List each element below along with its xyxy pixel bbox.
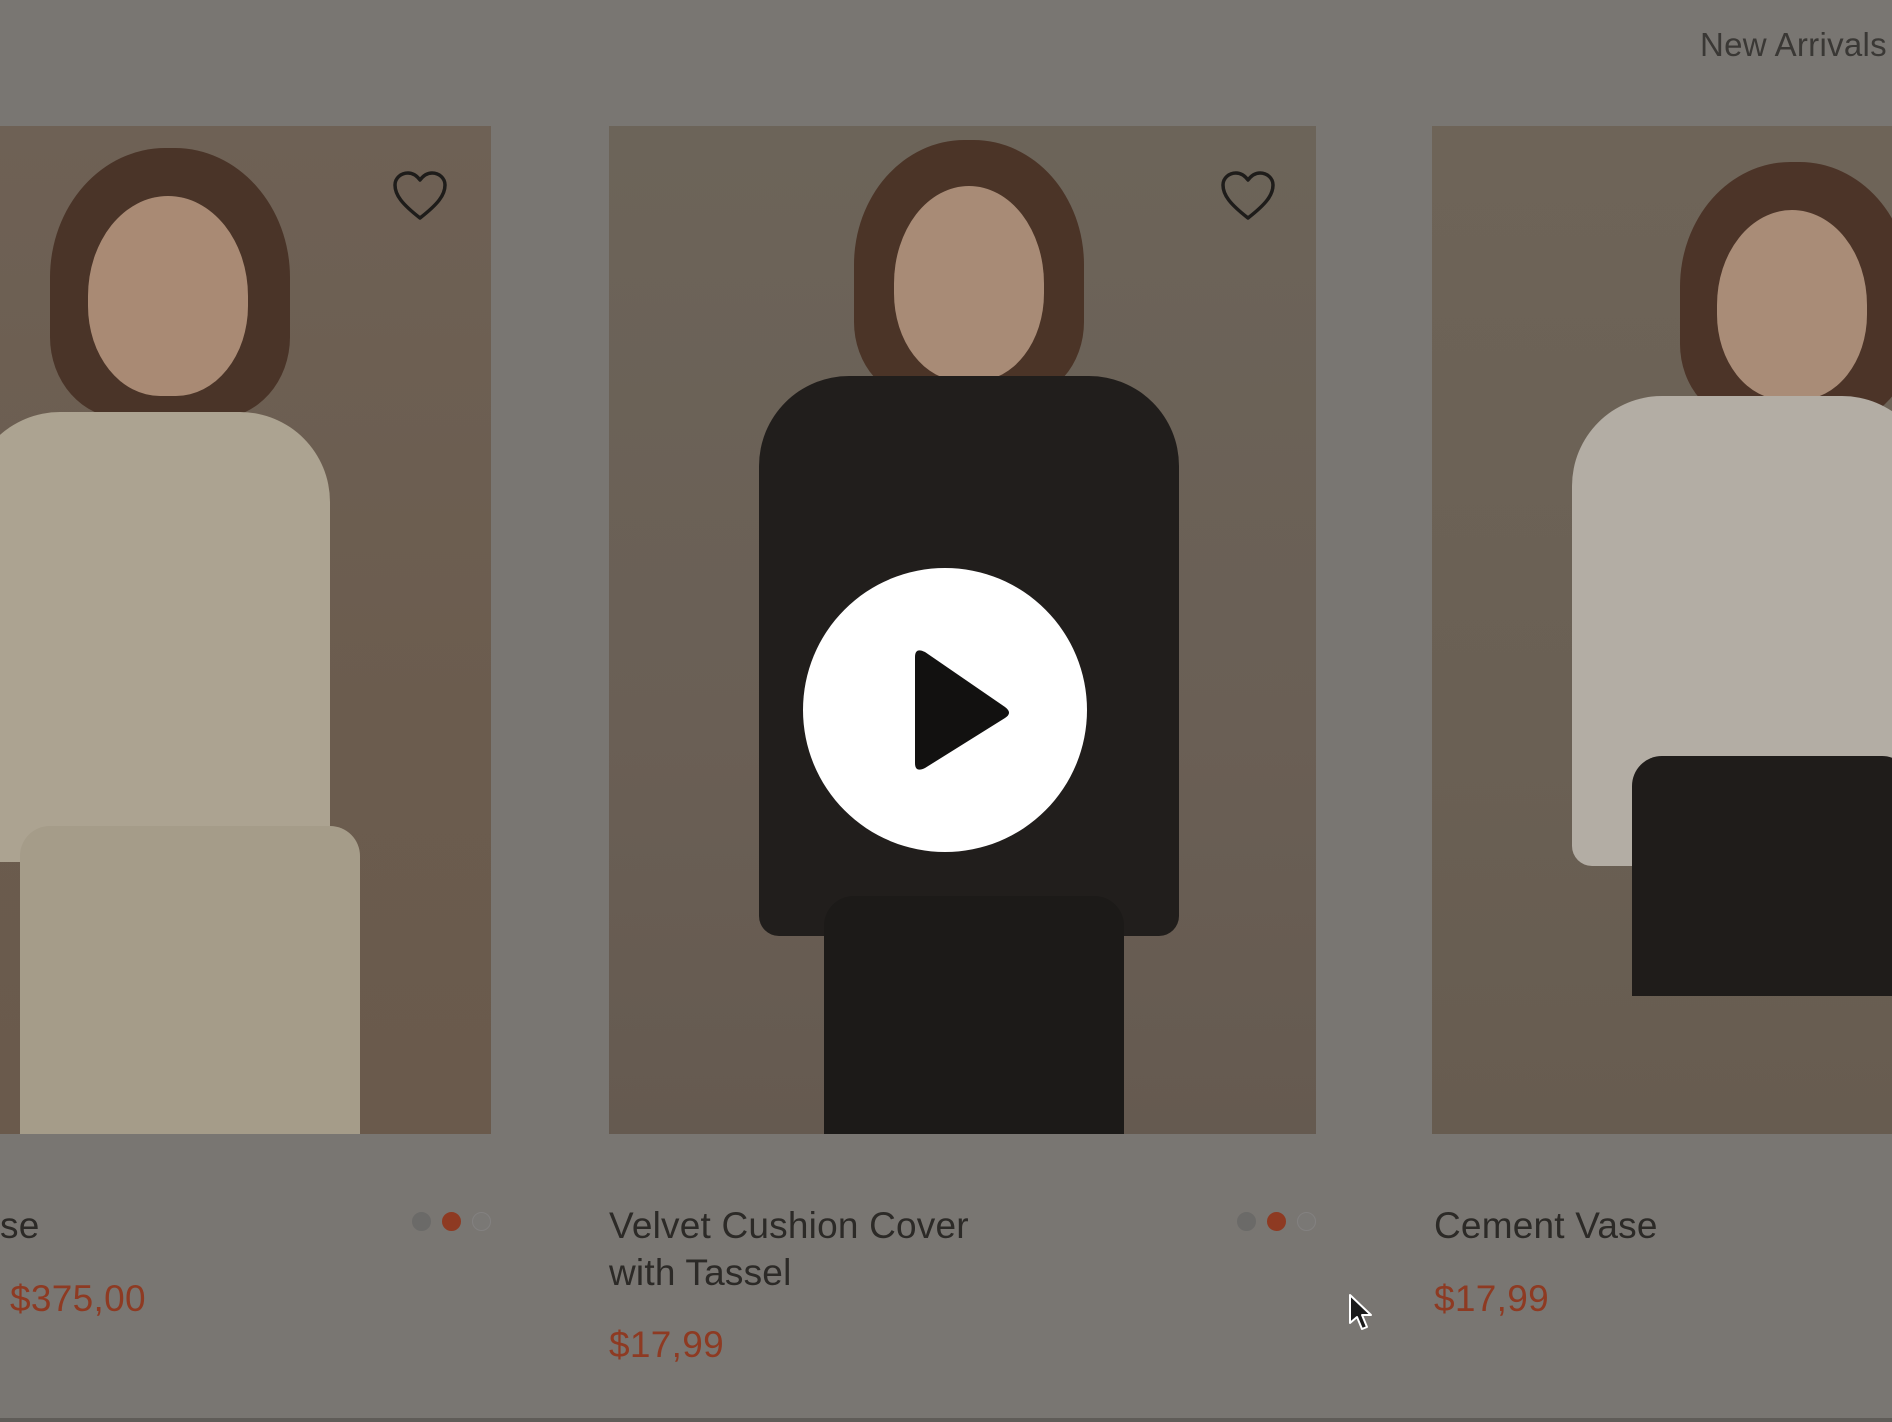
color-swatches xyxy=(1237,1212,1316,1231)
nav-link-new-arrivals[interactable]: New Arrivals xyxy=(1700,26,1887,64)
divider xyxy=(0,1418,1892,1422)
product-title[interactable]: Velvet Cushion Cover with Tassel xyxy=(609,1202,1029,1296)
product-price: $375,00 xyxy=(10,1278,146,1319)
color-swatches xyxy=(412,1212,491,1231)
swatch-rust[interactable] xyxy=(442,1212,461,1231)
product-price: $17,99 xyxy=(1434,1278,1549,1319)
video-play-button[interactable] xyxy=(803,568,1087,852)
heart-icon[interactable] xyxy=(1220,170,1276,222)
product-card[interactable]: se $375,00 xyxy=(0,126,491,1319)
product-title[interactable]: Cement Vase xyxy=(1434,1202,1658,1249)
play-icon xyxy=(915,650,1009,770)
product-price: $17,99 xyxy=(609,1324,724,1365)
product-carousel-page: New Arrivals se $375,00 Velvet Cushion C… xyxy=(0,0,1892,1422)
mouse-cursor-icon xyxy=(1349,1294,1372,1330)
swatch-grey[interactable] xyxy=(412,1212,431,1231)
swatch-light[interactable] xyxy=(1297,1212,1316,1231)
model-figure xyxy=(1432,126,1892,1134)
product-title[interactable]: se xyxy=(0,1202,39,1249)
product-image[interactable] xyxy=(0,126,491,1134)
product-card[interactable]: Cement Vase $17,99 xyxy=(1432,126,1892,1319)
heart-icon[interactable] xyxy=(392,170,448,222)
swatch-light[interactable] xyxy=(472,1212,491,1231)
model-figure xyxy=(0,126,491,1134)
swatch-rust[interactable] xyxy=(1267,1212,1286,1231)
swatch-grey[interactable] xyxy=(1237,1212,1256,1231)
product-image[interactable] xyxy=(1432,126,1892,1134)
